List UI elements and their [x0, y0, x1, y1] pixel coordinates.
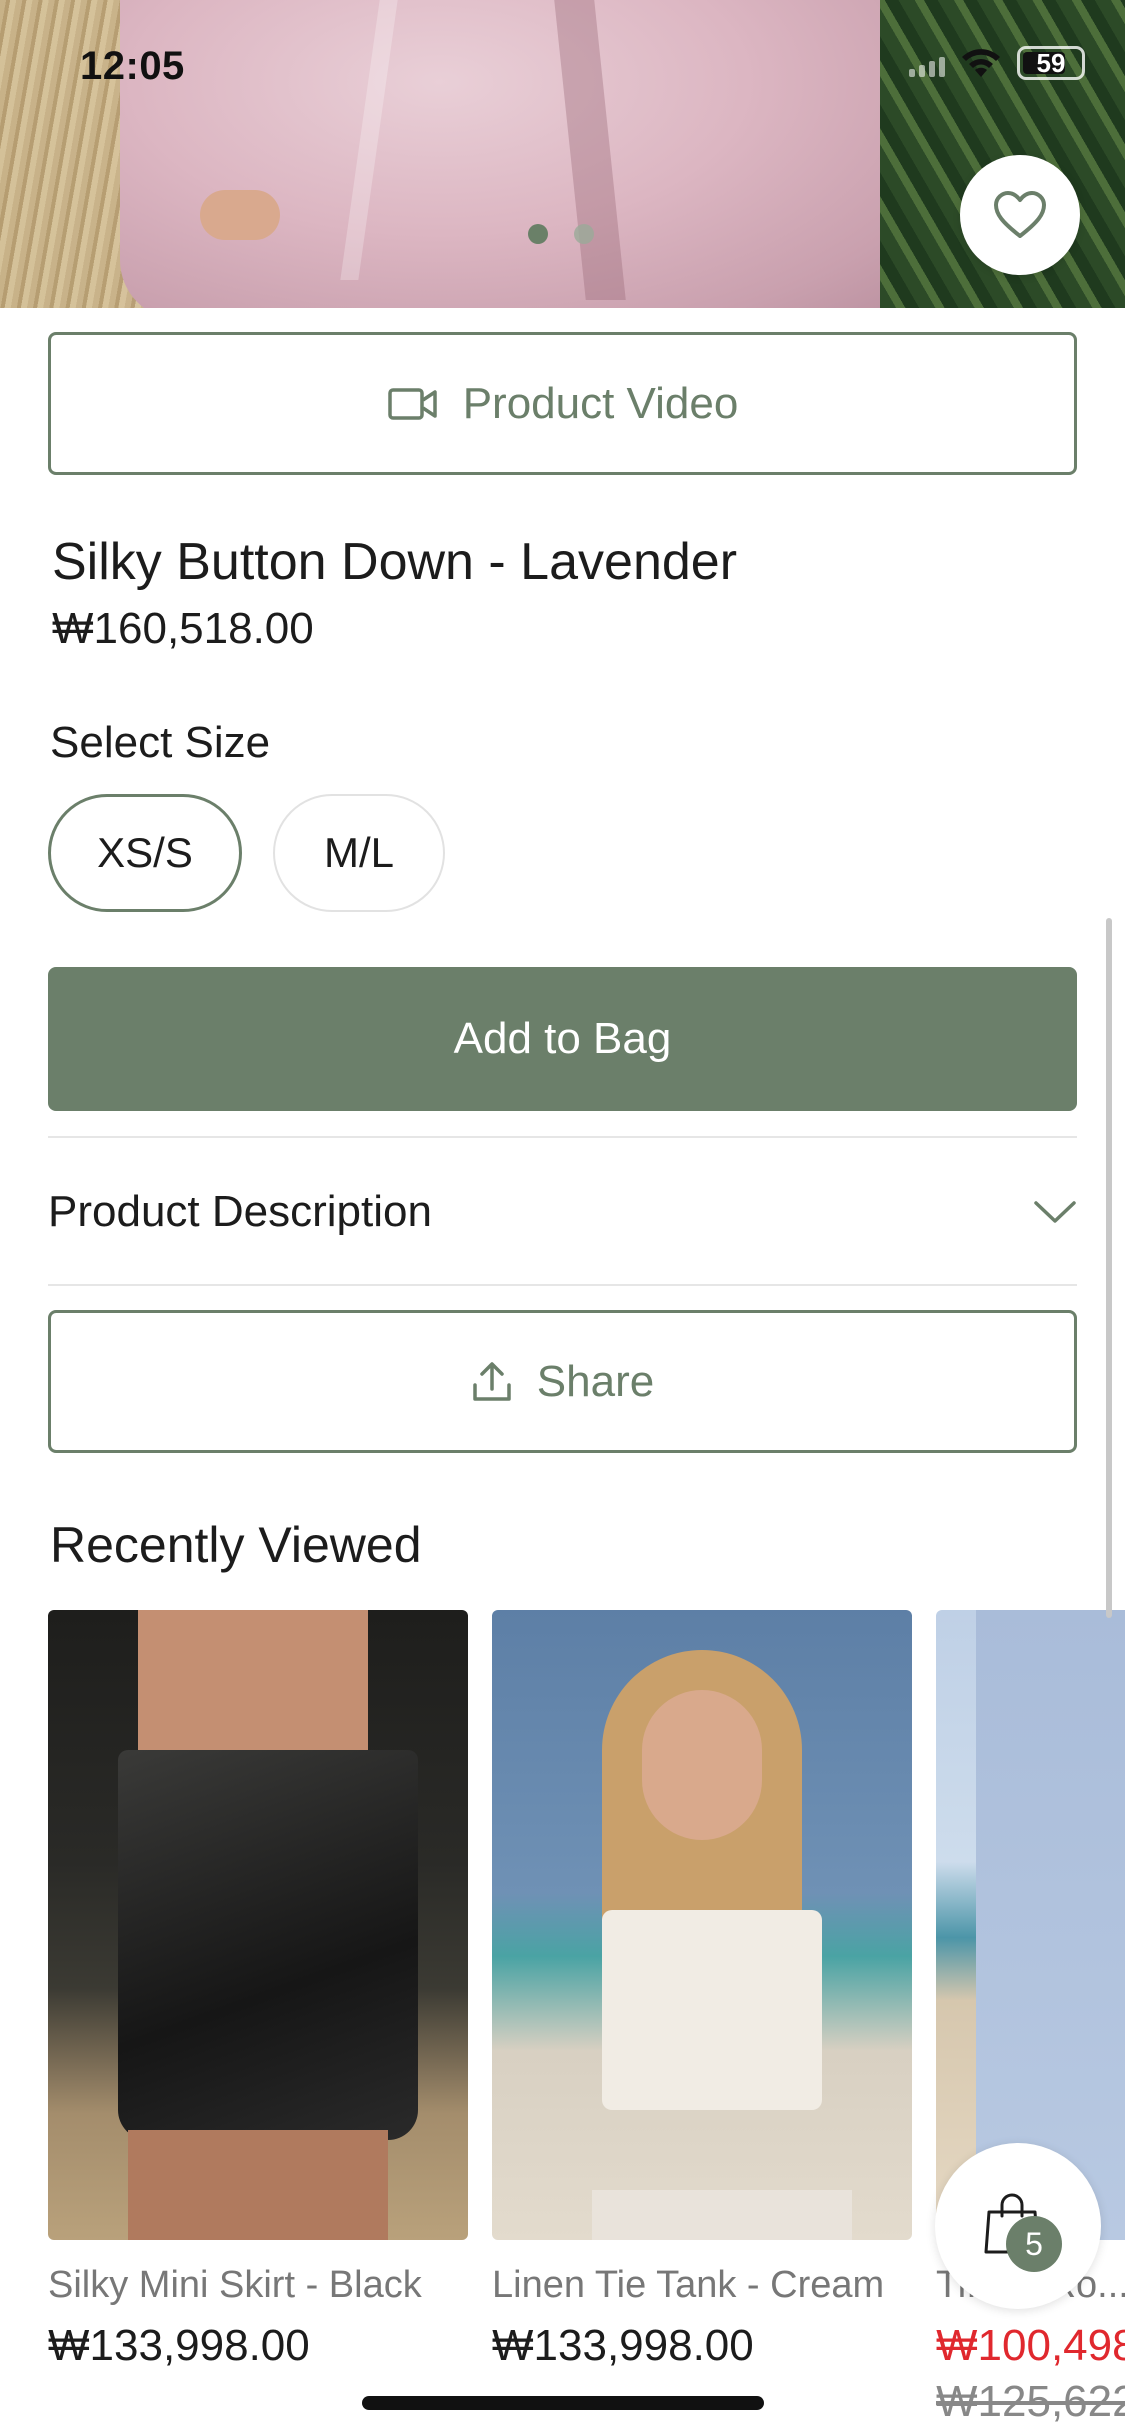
- recently-viewed-card[interactable]: Linen Tie Tank - Cream ₩133,998.00: [492, 1610, 912, 2371]
- thumb-detail: [592, 2190, 852, 2240]
- divider: [48, 1136, 1077, 1138]
- share-icon: [473, 1361, 511, 1401]
- product-name[interactable]: Linen Tie Tank - Cream: [492, 2264, 912, 2307]
- product-video-label: Product Video: [462, 378, 739, 428]
- product-price: ₩133,998.00: [48, 2321, 310, 2370]
- wifi-icon: [962, 49, 1000, 77]
- add-to-bag-label: Add to Bag: [453, 1014, 672, 1063]
- product-name[interactable]: Silky Mini Skirt - Black: [48, 2264, 468, 2307]
- size-option-xs-s[interactable]: XS/S: [48, 794, 242, 912]
- chevron-down-icon: [1034, 1201, 1076, 1223]
- select-size-label: Select Size: [50, 718, 271, 767]
- cellular-signal-icon: [909, 49, 945, 77]
- share-label: Share: [536, 1356, 655, 1406]
- product-thumbnail[interactable]: [48, 1610, 468, 2240]
- share-button[interactable]: Share: [48, 1310, 1077, 1453]
- thumb-detail: [138, 1610, 368, 1760]
- hero-hand: [200, 190, 280, 240]
- carousel-dot[interactable]: [574, 224, 594, 244]
- carousel-dot-active[interactable]: [528, 224, 548, 244]
- product-price: ₩160,518.00: [52, 604, 314, 653]
- thumb-detail: [602, 1910, 822, 2110]
- thumb-detail: [118, 1750, 418, 2140]
- size-option-m-l[interactable]: M/L: [273, 794, 445, 912]
- product-price: ₩133,998.00: [492, 2321, 754, 2370]
- product-video-button[interactable]: Product Video: [48, 332, 1077, 475]
- product-sale-price: ₩100,498: [936, 2321, 1125, 2370]
- home-indicator[interactable]: [362, 2396, 764, 2410]
- status-icons: 59: [909, 46, 1085, 80]
- carousel-dots: [528, 224, 594, 244]
- thumb-detail: [642, 1690, 762, 1840]
- battery-level: 59: [1036, 47, 1066, 78]
- scrollbar[interactable]: [1106, 918, 1112, 1618]
- recently-viewed-card[interactable]: Silky Mini Skirt - Black ₩133,998.00: [48, 1610, 468, 2371]
- product-thumbnail[interactable]: [492, 1610, 912, 2240]
- cart-count-badge: 5: [1006, 2216, 1062, 2272]
- product-original-price: ₩125,622: [936, 2377, 1125, 2426]
- add-to-bag-button[interactable]: Add to Bag: [48, 967, 1077, 1111]
- thumb-detail: [128, 2130, 388, 2240]
- video-camera-icon: [387, 387, 437, 420]
- recently-viewed-title: Recently Viewed: [50, 1517, 422, 1573]
- heart-icon: [994, 191, 1046, 238]
- product-description-label: Product Description: [48, 1187, 432, 1236]
- product-title: Silky Button Down - Lavender: [52, 533, 738, 591]
- recently-viewed-card-clip: Ti... al Ro... ₩100,498 ₩125,622: [936, 1610, 1125, 2436]
- hero-garment: [120, 0, 920, 308]
- product-description-accordion[interactable]: Product Description: [48, 1140, 1077, 1284]
- divider: [48, 1284, 1077, 1286]
- battery-icon: 59: [1017, 46, 1085, 80]
- status-time: 12:05: [80, 44, 185, 88]
- favorite-button[interactable]: [960, 155, 1080, 275]
